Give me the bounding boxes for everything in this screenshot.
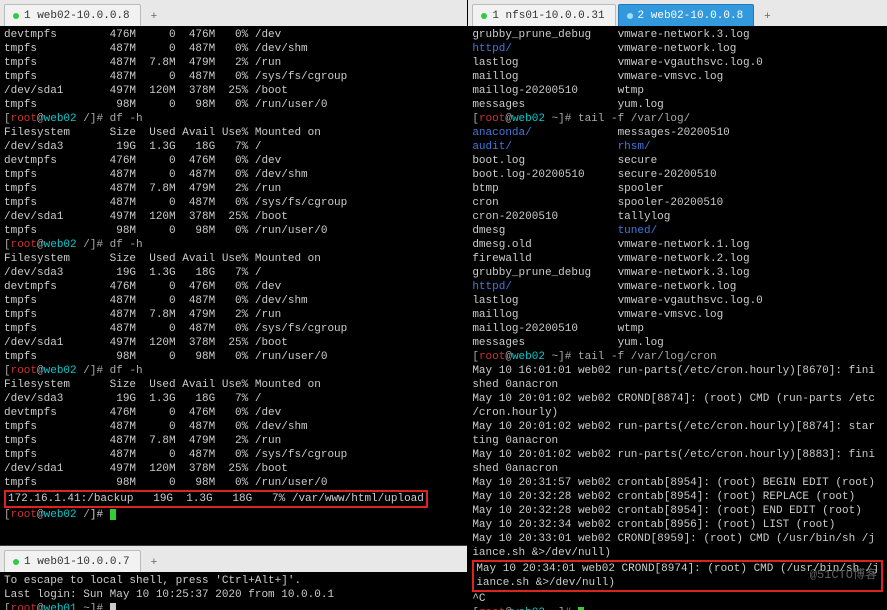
status-dot-icon	[13, 559, 19, 565]
tab-web02-right[interactable]: 2 web02-10.0.0.8	[618, 4, 755, 26]
status-dot-icon	[627, 13, 633, 19]
tab-add-button[interactable]: +	[143, 8, 166, 26]
terminal-right[interactable]: grubby_prune_debug vmware-network.3.logh…	[468, 26, 887, 610]
tab-web01[interactable]: 1 web01-10.0.0.7	[4, 550, 141, 572]
tabbar-right: 1 nfs01-10.0.0.31 2 web02-10.0.0.8 +	[468, 0, 887, 26]
terminal-left-bottom[interactable]: To escape to local shell, press 'Ctrl+Al…	[0, 572, 467, 610]
highlighted-mount-line: 172.16.1.41:/backup 19G 1.3G 18G 7% /var…	[4, 490, 428, 508]
tabbar-left-bottom: 1 web01-10.0.0.7 +	[0, 546, 467, 572]
tab-web02[interactable]: 1 web02-10.0.0.8	[4, 4, 141, 26]
status-dot-icon	[13, 13, 19, 19]
status-dot-icon	[481, 13, 487, 19]
tab-label: 1 web02-10.0.0.8	[24, 9, 130, 23]
highlighted-cron-lines: May 10 20:34:01 web02 CROND[8974]: (root…	[472, 560, 883, 592]
terminal-left-top[interactable]: devtmpfs 476M 0 476M 0% /devtmpfs 487M 0…	[0, 26, 467, 545]
tab-label: 2 web02-10.0.0.8	[638, 9, 744, 23]
tab-add-button[interactable]: +	[756, 8, 779, 26]
tab-add-button[interactable]: +	[143, 554, 166, 572]
tab-label: 1 web01-10.0.0.7	[24, 555, 130, 569]
tab-nfs01[interactable]: 1 nfs01-10.0.0.31	[472, 4, 615, 26]
tab-label: 1 nfs01-10.0.0.31	[492, 9, 604, 23]
tabbar-left-top: 1 web02-10.0.0.8 +	[0, 0, 467, 26]
